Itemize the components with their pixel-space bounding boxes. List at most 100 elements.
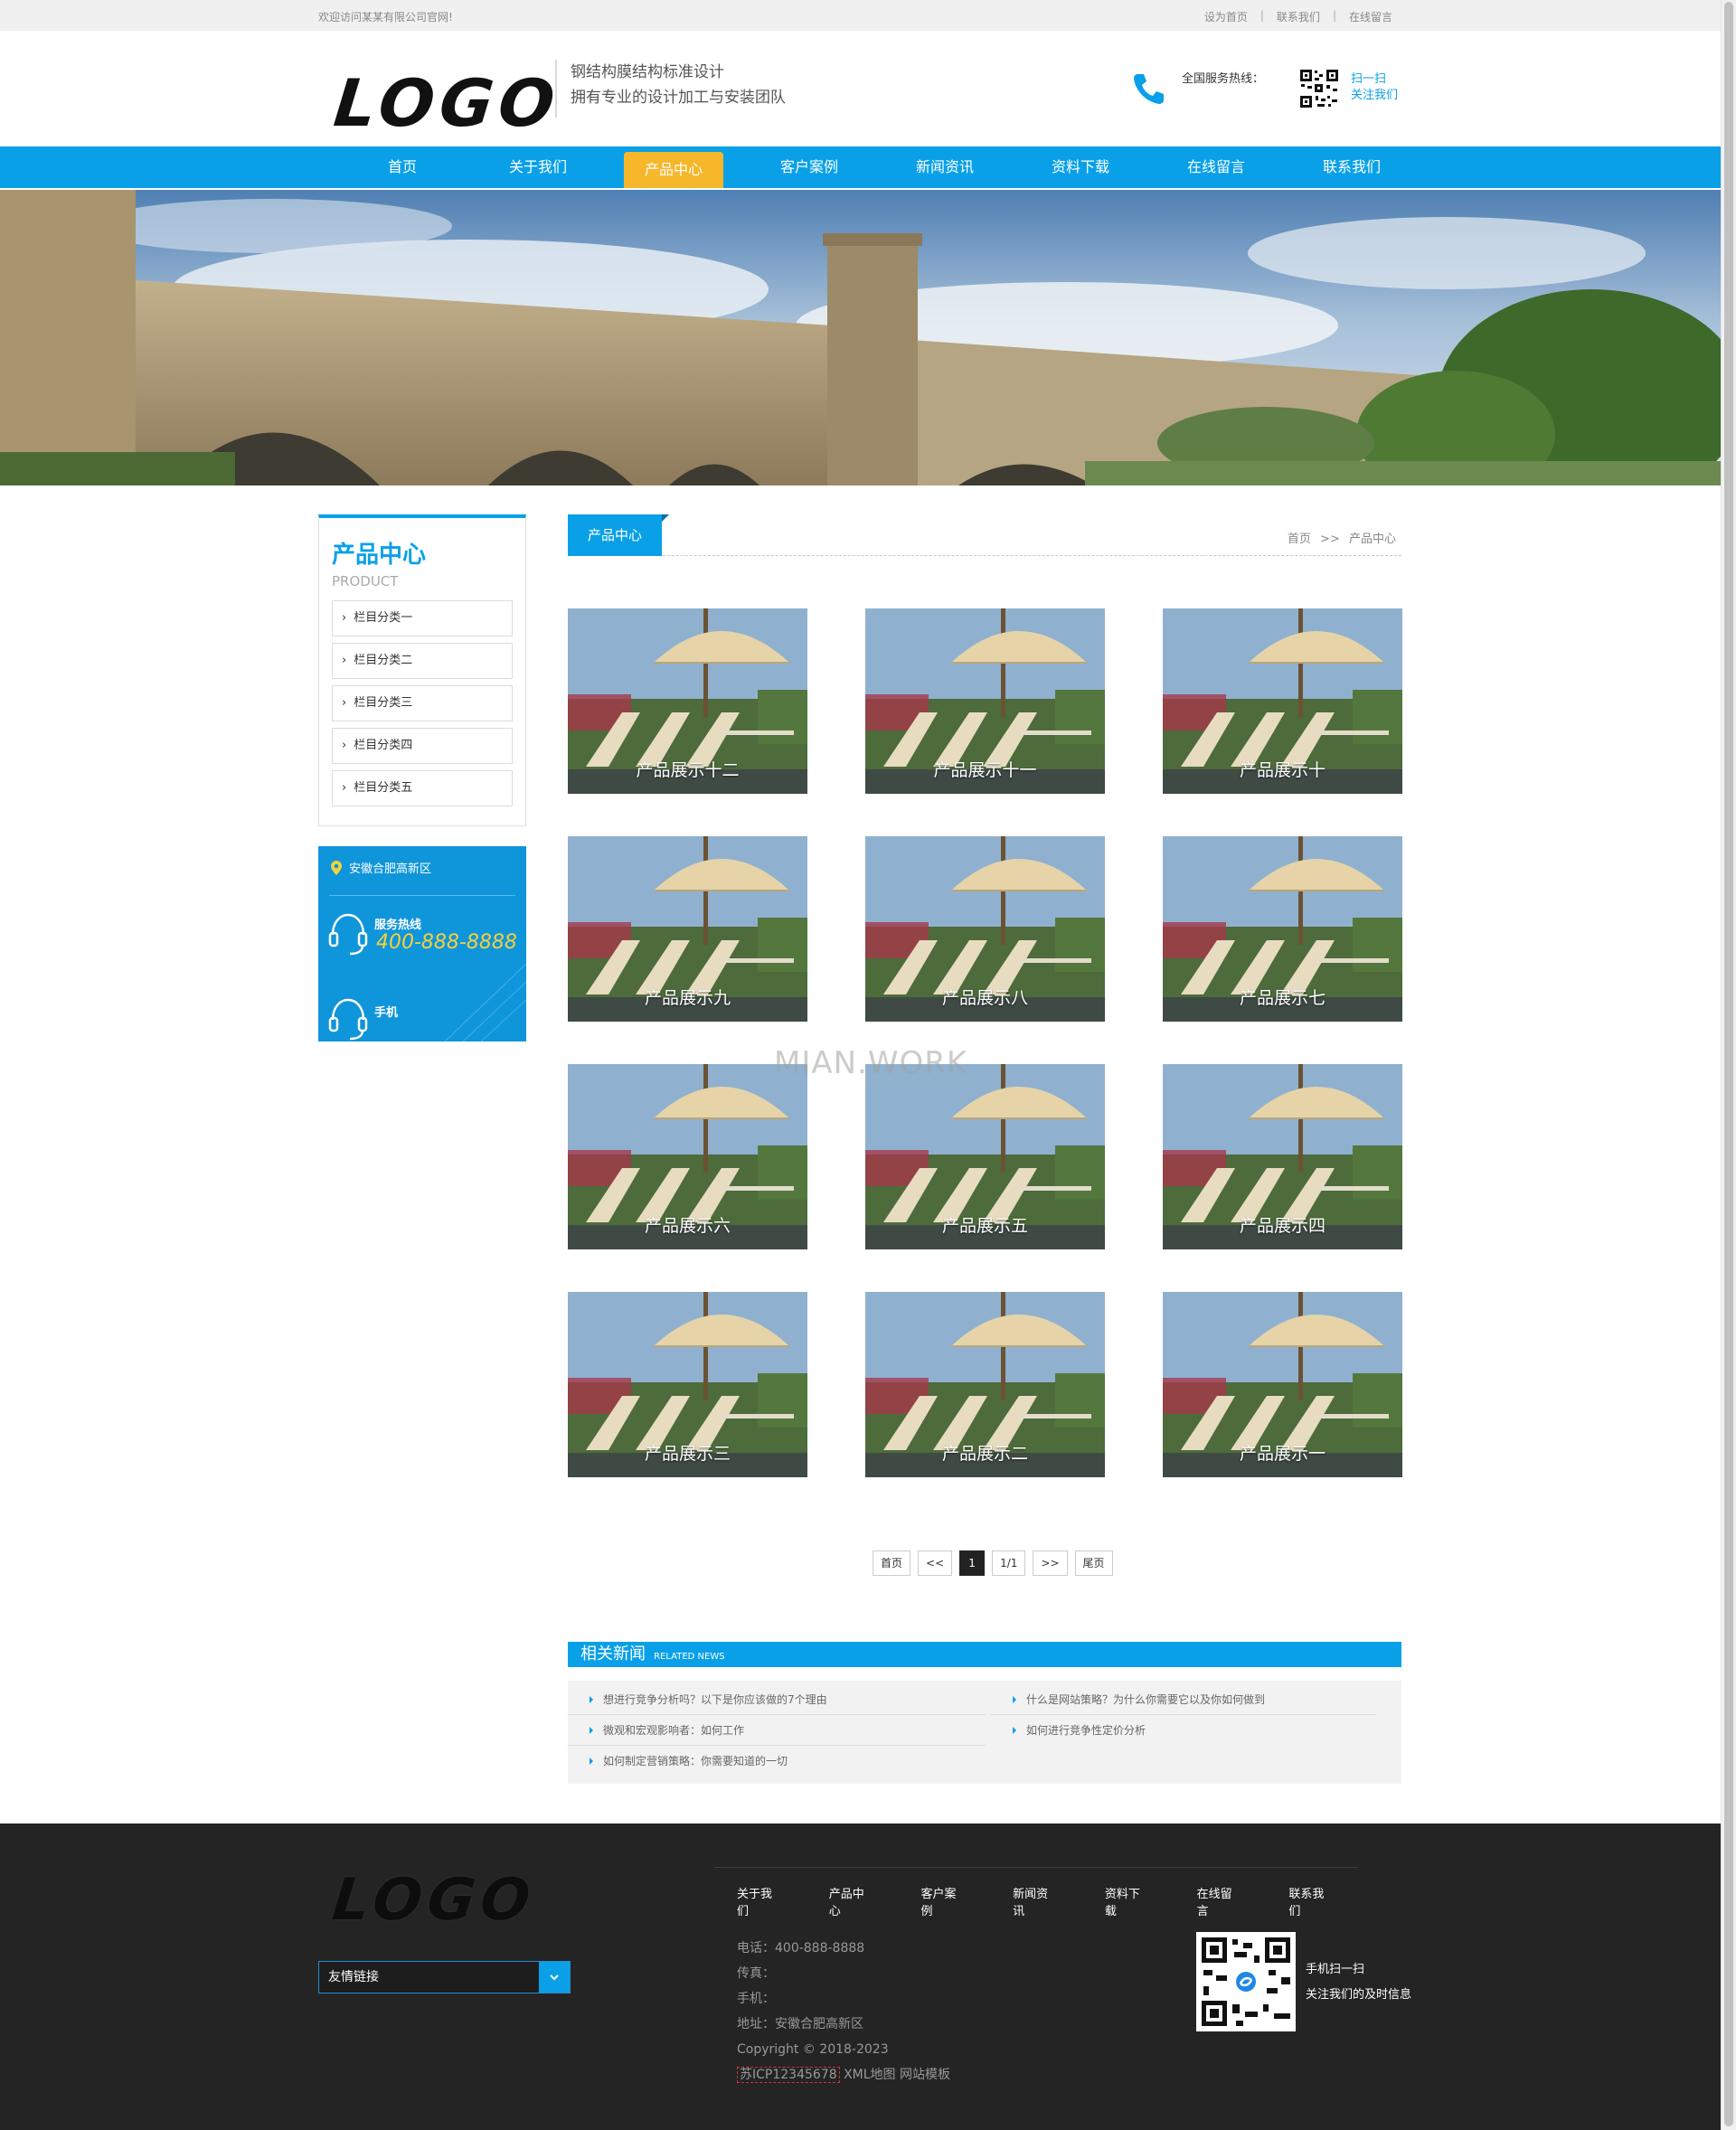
product-caption[interactable]: 产品展示十二 — [568, 757, 807, 781]
product-caption[interactable]: 产品展示十 — [1163, 757, 1402, 781]
product-card[interactable]: 产品展示三 — [568, 1292, 807, 1477]
footer-nav-item[interactable]: 新闻资讯 — [1013, 1884, 1059, 1918]
product-caption[interactable]: 产品展示五 — [865, 1212, 1105, 1237]
friend-links-select[interactable]: 友情链接 — [318, 1961, 571, 1993]
current-page-button[interactable]: 1 — [959, 1550, 986, 1576]
category-label: 栏目分类四 — [354, 739, 413, 752]
news-item-text[interactable]: 如何制定营销策略：你需要知道的一切 — [590, 1755, 788, 1767]
site-logo[interactable]: LOGO — [331, 65, 564, 141]
news-item[interactable]: 想进行竞争分析吗？以下是你应该做的7个理由 — [568, 1684, 986, 1715]
scan-line-2: 关注我们 — [1351, 89, 1399, 102]
sidebar-subtitle: PRODUCT — [332, 573, 399, 589]
contact-us-link[interactable]: 联系我们 — [1277, 9, 1320, 24]
top-bar: 欢迎访问某某有限公司官网! 设为首页 | 联系我们 | 在线留言 — [0, 0, 1721, 31]
product-card[interactable]: 产品展示二 — [865, 1292, 1105, 1477]
footer-nav-item[interactable]: 产品中心 — [829, 1884, 875, 1918]
main-content: 产品中心 首页 >> 产品中心 产品展示十二 产品展示十一 产品展示十 产品展示… — [568, 514, 1402, 1477]
banner-image — [0, 190, 1721, 485]
icp-link[interactable]: 苏ICP12345678 — [737, 2067, 840, 2083]
footer-nav-item[interactable]: 联系我们 — [1288, 1884, 1335, 1918]
first-page-button[interactable]: 首页 — [873, 1550, 911, 1576]
news-item-text[interactable]: 什么是网站策略？为什么你需要它以及你如何做到 — [1013, 1693, 1265, 1706]
footer-links-row: 苏ICP12345678 XML地图 网站模板 — [737, 2062, 950, 2088]
set-homepage-link[interactable]: 设为首页 — [1204, 9, 1248, 24]
nav-item[interactable]: 新闻资讯 — [877, 146, 1013, 188]
product-card[interactable]: 产品展示十 — [1163, 608, 1402, 794]
product-card[interactable]: 产品展示七 — [1163, 836, 1402, 1022]
hotline-number: 400-888-8888 — [376, 931, 517, 954]
product-card[interactable]: 产品展示十一 — [865, 608, 1105, 794]
product-caption[interactable]: 产品展示九 — [568, 985, 807, 1009]
news-item[interactable]: 微观和宏观影响者：如何工作 — [568, 1715, 986, 1746]
nav-item[interactable]: 产品中心 — [624, 152, 723, 188]
next-page-button[interactable]: >> — [1033, 1550, 1068, 1576]
category-item[interactable]: › 栏目分类三 — [332, 685, 513, 721]
template-link[interactable]: 网站模板 — [900, 2068, 950, 2082]
nav-list: 首页 关于我们 产品中心 客户案例 新闻资讯 资料下载 在线留言 联系我们 — [335, 146, 1420, 188]
product-caption[interactable]: 产品展示二 — [865, 1440, 1105, 1465]
news-item-text[interactable]: 想进行竞争分析吗？以下是你应该做的7个理由 — [590, 1693, 827, 1706]
prev-page-button[interactable]: << — [918, 1550, 953, 1576]
footer-info: 电话：400-888-8888 传真： 手机： 地址：安徽合肥高新区 Copyr… — [737, 1936, 950, 2088]
slogan-line-2: 拥有专业的设计加工与安装团队 — [571, 89, 786, 107]
news-item-text[interactable]: 如何进行竞争性定价分析 — [1013, 1724, 1146, 1737]
news-item-text[interactable]: 微观和宏观影响者：如何工作 — [590, 1724, 744, 1737]
nav-item[interactable]: 在线留言 — [1148, 146, 1284, 188]
page-scrollbar[interactable] — [1721, 0, 1736, 2130]
nav-item[interactable]: 关于我们 — [470, 146, 606, 188]
category-label: 栏目分类三 — [354, 696, 413, 710]
news-title-en: RELATED NEWS — [654, 1652, 725, 1662]
footer-qr-text: 手机扫一扫 关注我们的及时信息 — [1306, 1957, 1411, 2008]
product-card[interactable]: 产品展示六 — [568, 1064, 807, 1249]
category-label: 栏目分类五 — [354, 781, 413, 795]
chevron-right-icon: › — [342, 739, 347, 752]
product-caption[interactable]: 产品展示七 — [1163, 985, 1402, 1009]
footer-nav-item[interactable]: 在线留言 — [1197, 1884, 1243, 1918]
breadcrumb-home[interactable]: 首页 — [1288, 532, 1311, 546]
category-item[interactable]: › 栏目分类一 — [332, 600, 513, 636]
hotline-label: 服务热线 — [374, 919, 422, 932]
product-card[interactable]: 产品展示一 — [1163, 1292, 1402, 1477]
product-card[interactable]: 产品展示八 — [865, 836, 1105, 1022]
product-caption[interactable]: 产品展示三 — [568, 1440, 807, 1465]
category-item[interactable]: › 栏目分类五 — [332, 770, 513, 806]
product-caption[interactable]: 产品展示四 — [1163, 1212, 1402, 1237]
leave-message-link[interactable]: 在线留言 — [1349, 9, 1392, 24]
nav-item[interactable]: 资料下载 — [1013, 146, 1148, 188]
dropdown-button[interactable] — [539, 1962, 570, 1993]
breadcrumb-separator: >> — [1320, 532, 1340, 546]
news-item[interactable]: 如何制定营销策略：你需要知道的一切 — [568, 1746, 986, 1777]
product-card[interactable]: 产品展示四 — [1163, 1064, 1402, 1249]
product-card[interactable]: 产品展示九 — [568, 836, 807, 1022]
footer-fax: 传真： — [737, 1966, 775, 1981]
news-item[interactable]: 如何进行竞争性定价分析 — [991, 1715, 1376, 1746]
footer-nav-item[interactable]: 客户案例 — [920, 1884, 967, 1918]
product-caption[interactable]: 产品展示十一 — [865, 757, 1105, 781]
qr-line-2: 关注我们的及时信息 — [1306, 1988, 1412, 2002]
product-card[interactable]: 产品展示五 — [865, 1064, 1105, 1249]
divider — [329, 895, 515, 896]
footer-nav-item[interactable]: 关于我们 — [737, 1884, 783, 1918]
footer-logo[interactable]: LOGO — [329, 1867, 539, 1934]
news-item[interactable]: 什么是网站策略？为什么你需要它以及你如何做到 — [991, 1684, 1376, 1715]
scrollbar-thumb[interactable] — [1724, 2, 1733, 2126]
footer-nav-item[interactable]: 资料下载 — [1105, 1884, 1151, 1918]
category-item[interactable]: › 栏目分类二 — [332, 643, 513, 679]
breadcrumb: 首页 >> 产品中心 — [1288, 529, 1396, 546]
breadcrumb-current[interactable]: 产品中心 — [1349, 532, 1396, 546]
nav-item[interactable]: 首页 — [335, 146, 470, 188]
nav-item[interactable]: 联系我们 — [1284, 146, 1420, 188]
hotline-label: 全国服务热线： — [1182, 72, 1265, 86]
pagination: 首页 << 1 1/1 >> 尾页 — [873, 1550, 1113, 1576]
xml-sitemap-link[interactable]: XML地图 — [844, 2068, 895, 2082]
product-caption[interactable]: 产品展示一 — [1163, 1440, 1402, 1465]
page-count: 1/1 — [992, 1550, 1026, 1576]
chevron-right-icon: › — [342, 654, 347, 667]
category-item[interactable]: › 栏目分类四 — [332, 728, 513, 764]
product-caption[interactable]: 产品展示八 — [865, 985, 1105, 1009]
product-caption[interactable]: 产品展示六 — [568, 1212, 807, 1237]
last-page-button[interactable]: 尾页 — [1074, 1550, 1113, 1576]
nav-item[interactable]: 客户案例 — [741, 146, 877, 188]
category-label: 栏目分类一 — [354, 611, 413, 625]
product-card[interactable]: 产品展示十二 — [568, 608, 807, 794]
